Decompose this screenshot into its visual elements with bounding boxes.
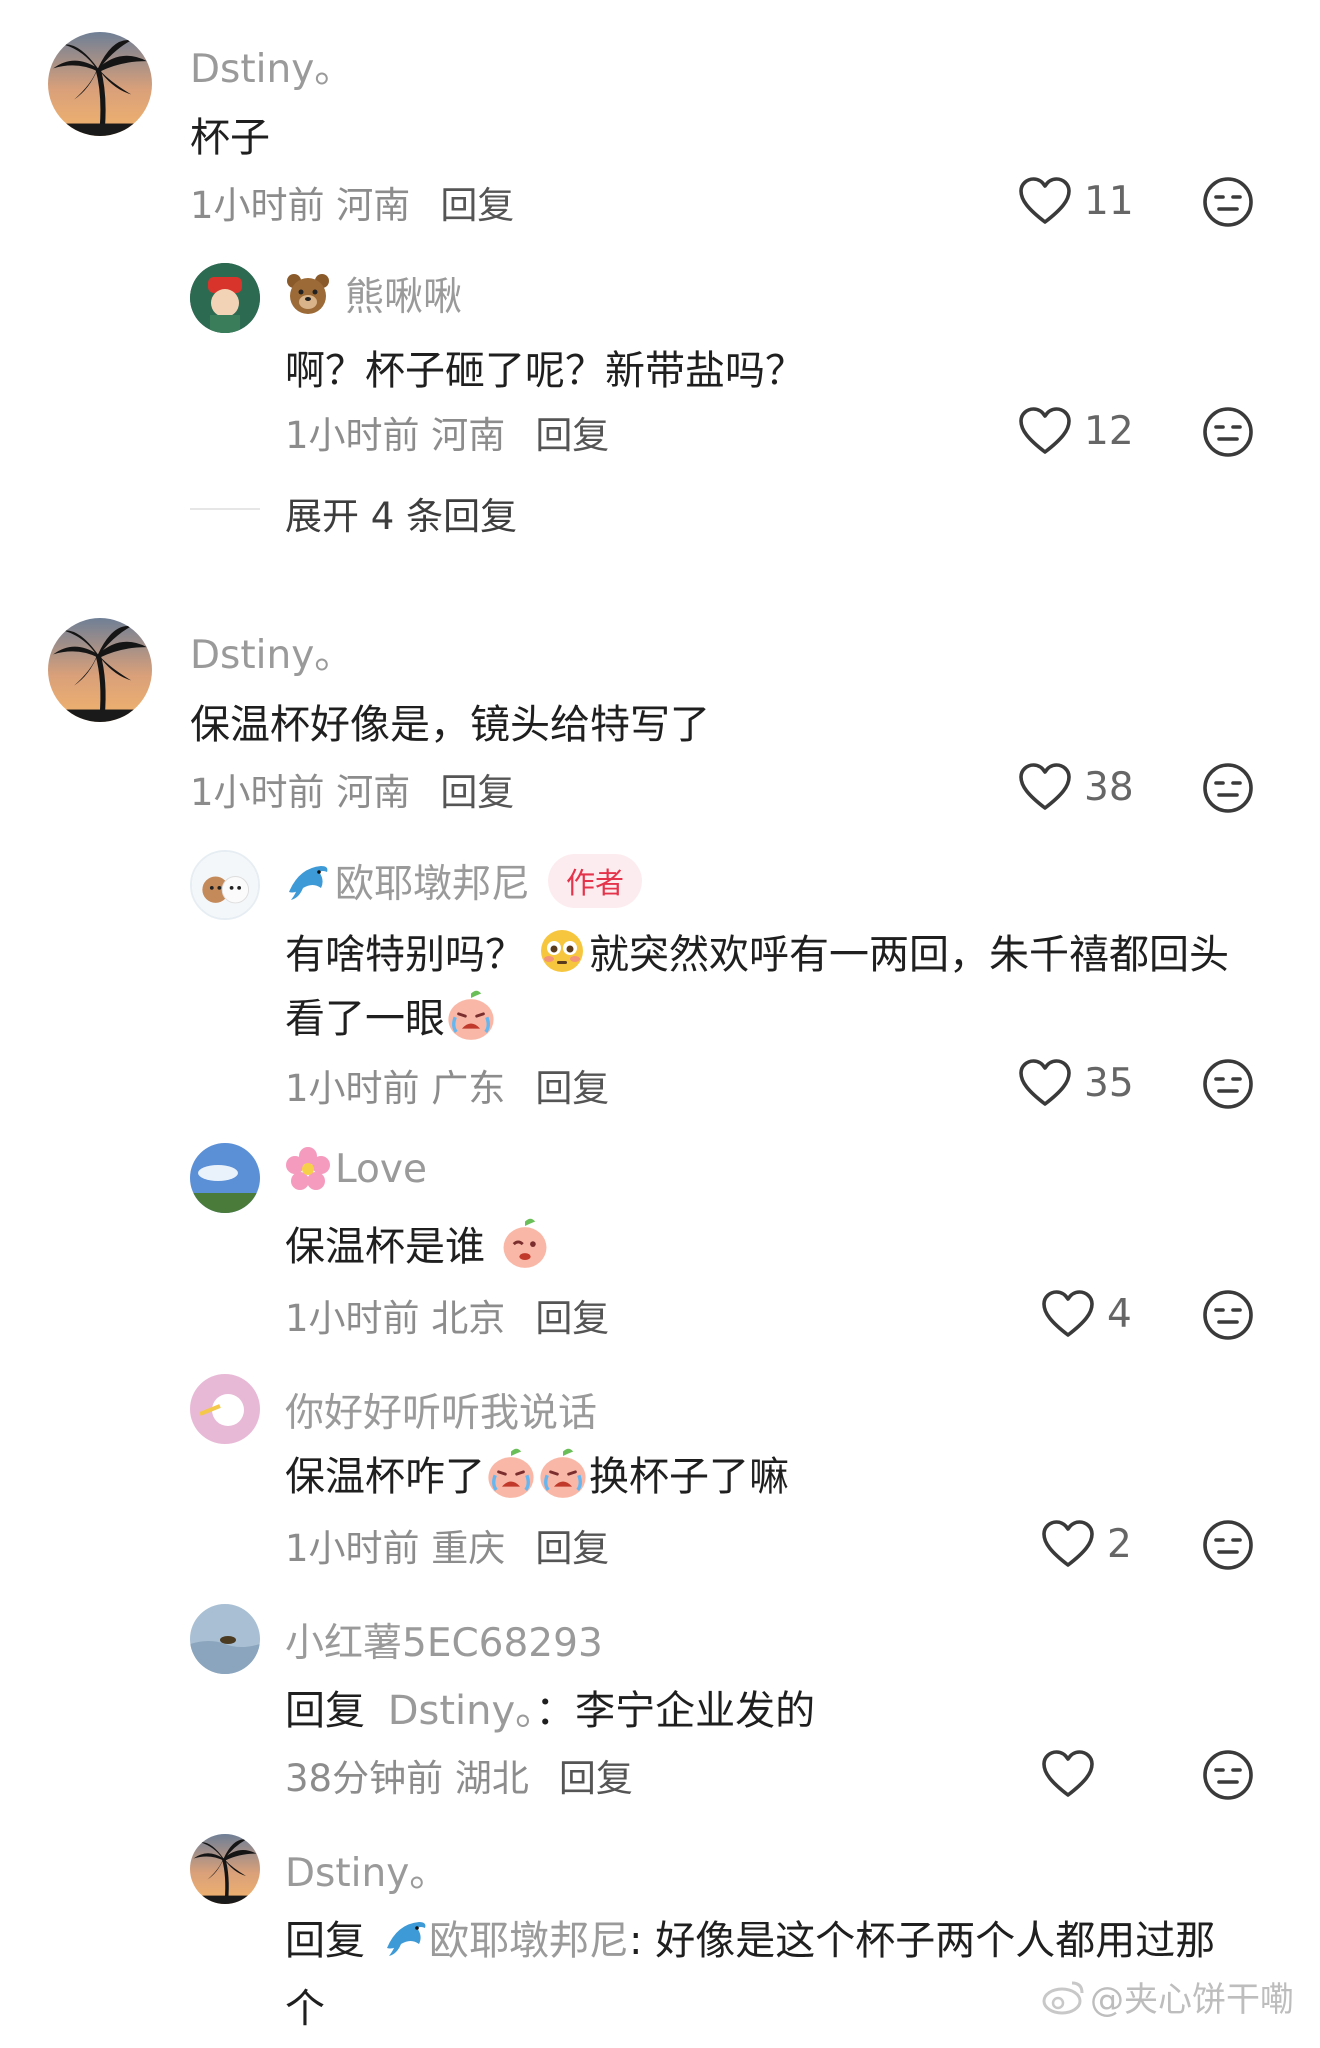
comment-meta: 1小时前 河南 回复: [190, 762, 514, 816]
like-count: 12: [1084, 408, 1134, 454]
reply-button[interactable]: 回复: [559, 1757, 633, 1800]
like-button[interactable]: 11: [1018, 176, 1134, 226]
crying-peach-emoji-icon: [540, 1448, 586, 1498]
avatar[interactable]: [190, 1604, 260, 1674]
expand-replies-button[interactable]: 展开 4 条回复: [285, 486, 517, 540]
heart-icon: [1018, 176, 1072, 226]
reply-username[interactable]: Dstiny。: [285, 1842, 448, 1898]
crying-peach-emoji-icon: [488, 1448, 534, 1498]
like-count: 2: [1107, 1521, 1132, 1567]
reply-button[interactable]: 回复: [535, 1527, 609, 1570]
meh-face-icon: [1202, 762, 1254, 814]
cherry-blossom-emoji-icon: [286, 1147, 330, 1190]
dislike-button[interactable]: [1202, 762, 1254, 814]
reply-meta: 1小时前 河南 回复: [285, 405, 609, 459]
meh-face-icon: [1202, 1749, 1254, 1801]
heart-icon: [1041, 1749, 1095, 1799]
dislike-button[interactable]: [1202, 176, 1254, 228]
reply-text-line2: 个: [285, 1986, 325, 2032]
avatar[interactable]: [190, 263, 260, 333]
heart-icon: [1018, 762, 1072, 812]
like-button[interactable]: 12: [1018, 406, 1134, 456]
time-location: 1小时前 河南: [190, 184, 411, 227]
reply-username[interactable]: 欧耶墩邦尼 作者: [285, 853, 643, 909]
like-button[interactable]: 4: [1041, 1289, 1132, 1339]
avatar[interactable]: [190, 1374, 260, 1444]
like-button[interactable]: 2: [1041, 1519, 1132, 1569]
reply-meta: 38分钟前 湖北 回复: [285, 1748, 633, 1802]
like-count: 38: [1084, 764, 1134, 810]
reply-button[interactable]: 回复: [535, 1067, 609, 1110]
divider: [190, 508, 260, 510]
reply-username[interactable]: 熊啾啾: [285, 266, 462, 322]
reply-button[interactable]: 回复: [440, 184, 514, 227]
reply-target-username[interactable]: Dstiny。: [388, 1688, 535, 1734]
weibo-logo-icon: [1042, 1981, 1084, 2014]
heart-icon: [1041, 1519, 1095, 1569]
meh-face-icon: [1202, 406, 1254, 458]
avatar[interactable]: [190, 1143, 260, 1213]
watermark: @夹心饼干嘞: [1040, 1972, 1294, 2021]
reply-text: 保温杯是谁: [285, 1214, 551, 1272]
time-location: 1小时前 北京: [285, 1297, 506, 1340]
reply-prefix: 回复: [285, 1688, 365, 1734]
dislike-button[interactable]: [1202, 1519, 1254, 1571]
dolphin-emoji-icon: [387, 1922, 426, 1956]
dolphin-emoji-icon: [289, 866, 328, 900]
comment-username[interactable]: Dstiny。: [190, 38, 353, 94]
reply-text: 有啥特别吗？ 就突然欢呼有一两回，朱千禧都回头: [285, 922, 1229, 980]
flushed-face-emoji-icon: [541, 930, 583, 972]
avatar[interactable]: [48, 618, 152, 722]
heart-icon: [1041, 1289, 1095, 1339]
reply-text: 保温杯咋了 换杯子了嘛: [285, 1444, 789, 1502]
reply-username[interactable]: Love: [285, 1146, 427, 1192]
peach-face-emoji-icon: [503, 1218, 547, 1268]
avatar[interactable]: [190, 1834, 260, 1904]
dislike-button[interactable]: [1202, 406, 1254, 458]
reply-text-line2: 看了一眼: [285, 986, 497, 1044]
meh-face-icon: [1202, 1289, 1254, 1341]
meh-face-icon: [1202, 176, 1254, 228]
like-button[interactable]: 35: [1018, 1058, 1134, 1108]
author-badge: 作者: [548, 854, 643, 908]
avatar[interactable]: [190, 850, 260, 920]
like-count: 35: [1084, 1060, 1134, 1106]
reply-meta: 1小时前 北京 回复: [285, 1288, 609, 1342]
reply-button[interactable]: 回复: [535, 414, 609, 457]
comment-username[interactable]: Dstiny。: [190, 624, 353, 680]
reply-prefix: 回复: [285, 1918, 365, 1964]
bear-emoji-icon: [287, 274, 329, 314]
dislike-button[interactable]: [1202, 1749, 1254, 1801]
reply-target-username[interactable]: 欧耶墩邦尼: [429, 1908, 629, 1966]
reply-button[interactable]: 回复: [535, 1297, 609, 1340]
comment-meta: 1小时前 河南 回复: [190, 175, 514, 229]
reply-button[interactable]: 回复: [440, 771, 514, 814]
time-location: 1小时前 广东: [285, 1067, 506, 1110]
reply-username[interactable]: 你好好听听我说话: [285, 1382, 597, 1438]
time-location: 1小时前 重庆: [285, 1527, 506, 1570]
like-button[interactable]: [1041, 1749, 1107, 1799]
reply-text: 啊？杯子砸了呢？新带盐吗？: [285, 348, 805, 394]
dislike-button[interactable]: [1202, 1289, 1254, 1341]
meh-face-icon: [1202, 1058, 1254, 1110]
heart-icon: [1018, 1058, 1072, 1108]
comment-text: 保温杯好像是，镜头给特写了: [190, 702, 710, 748]
time-location: 1小时前 河南: [190, 771, 411, 814]
reply-text: 回复 Dstiny。：李宁企业发的: [285, 1688, 816, 1734]
dislike-button[interactable]: [1202, 1058, 1254, 1110]
reply-username[interactable]: 小红薯5EC68293: [285, 1612, 603, 1668]
reply-meta: 1小时前 重庆 回复: [285, 1518, 609, 1572]
reply-meta: 1小时前 广东 回复: [285, 1058, 609, 1112]
time-location: 38分钟前 湖北: [285, 1757, 529, 1800]
time-location: 1小时前 河南: [285, 414, 506, 457]
avatar[interactable]: [48, 32, 152, 136]
crying-peach-emoji-icon: [448, 990, 494, 1040]
reply-text: 回复 欧耶墩邦尼: 好像是这个杯子两个人都用过那: [285, 1908, 1215, 1966]
like-button[interactable]: 38: [1018, 762, 1134, 812]
heart-icon: [1018, 406, 1072, 456]
comment-text: 杯子: [190, 115, 270, 161]
like-count: 11: [1084, 178, 1134, 224]
meh-face-icon: [1202, 1519, 1254, 1571]
like-count: 4: [1107, 1291, 1132, 1337]
